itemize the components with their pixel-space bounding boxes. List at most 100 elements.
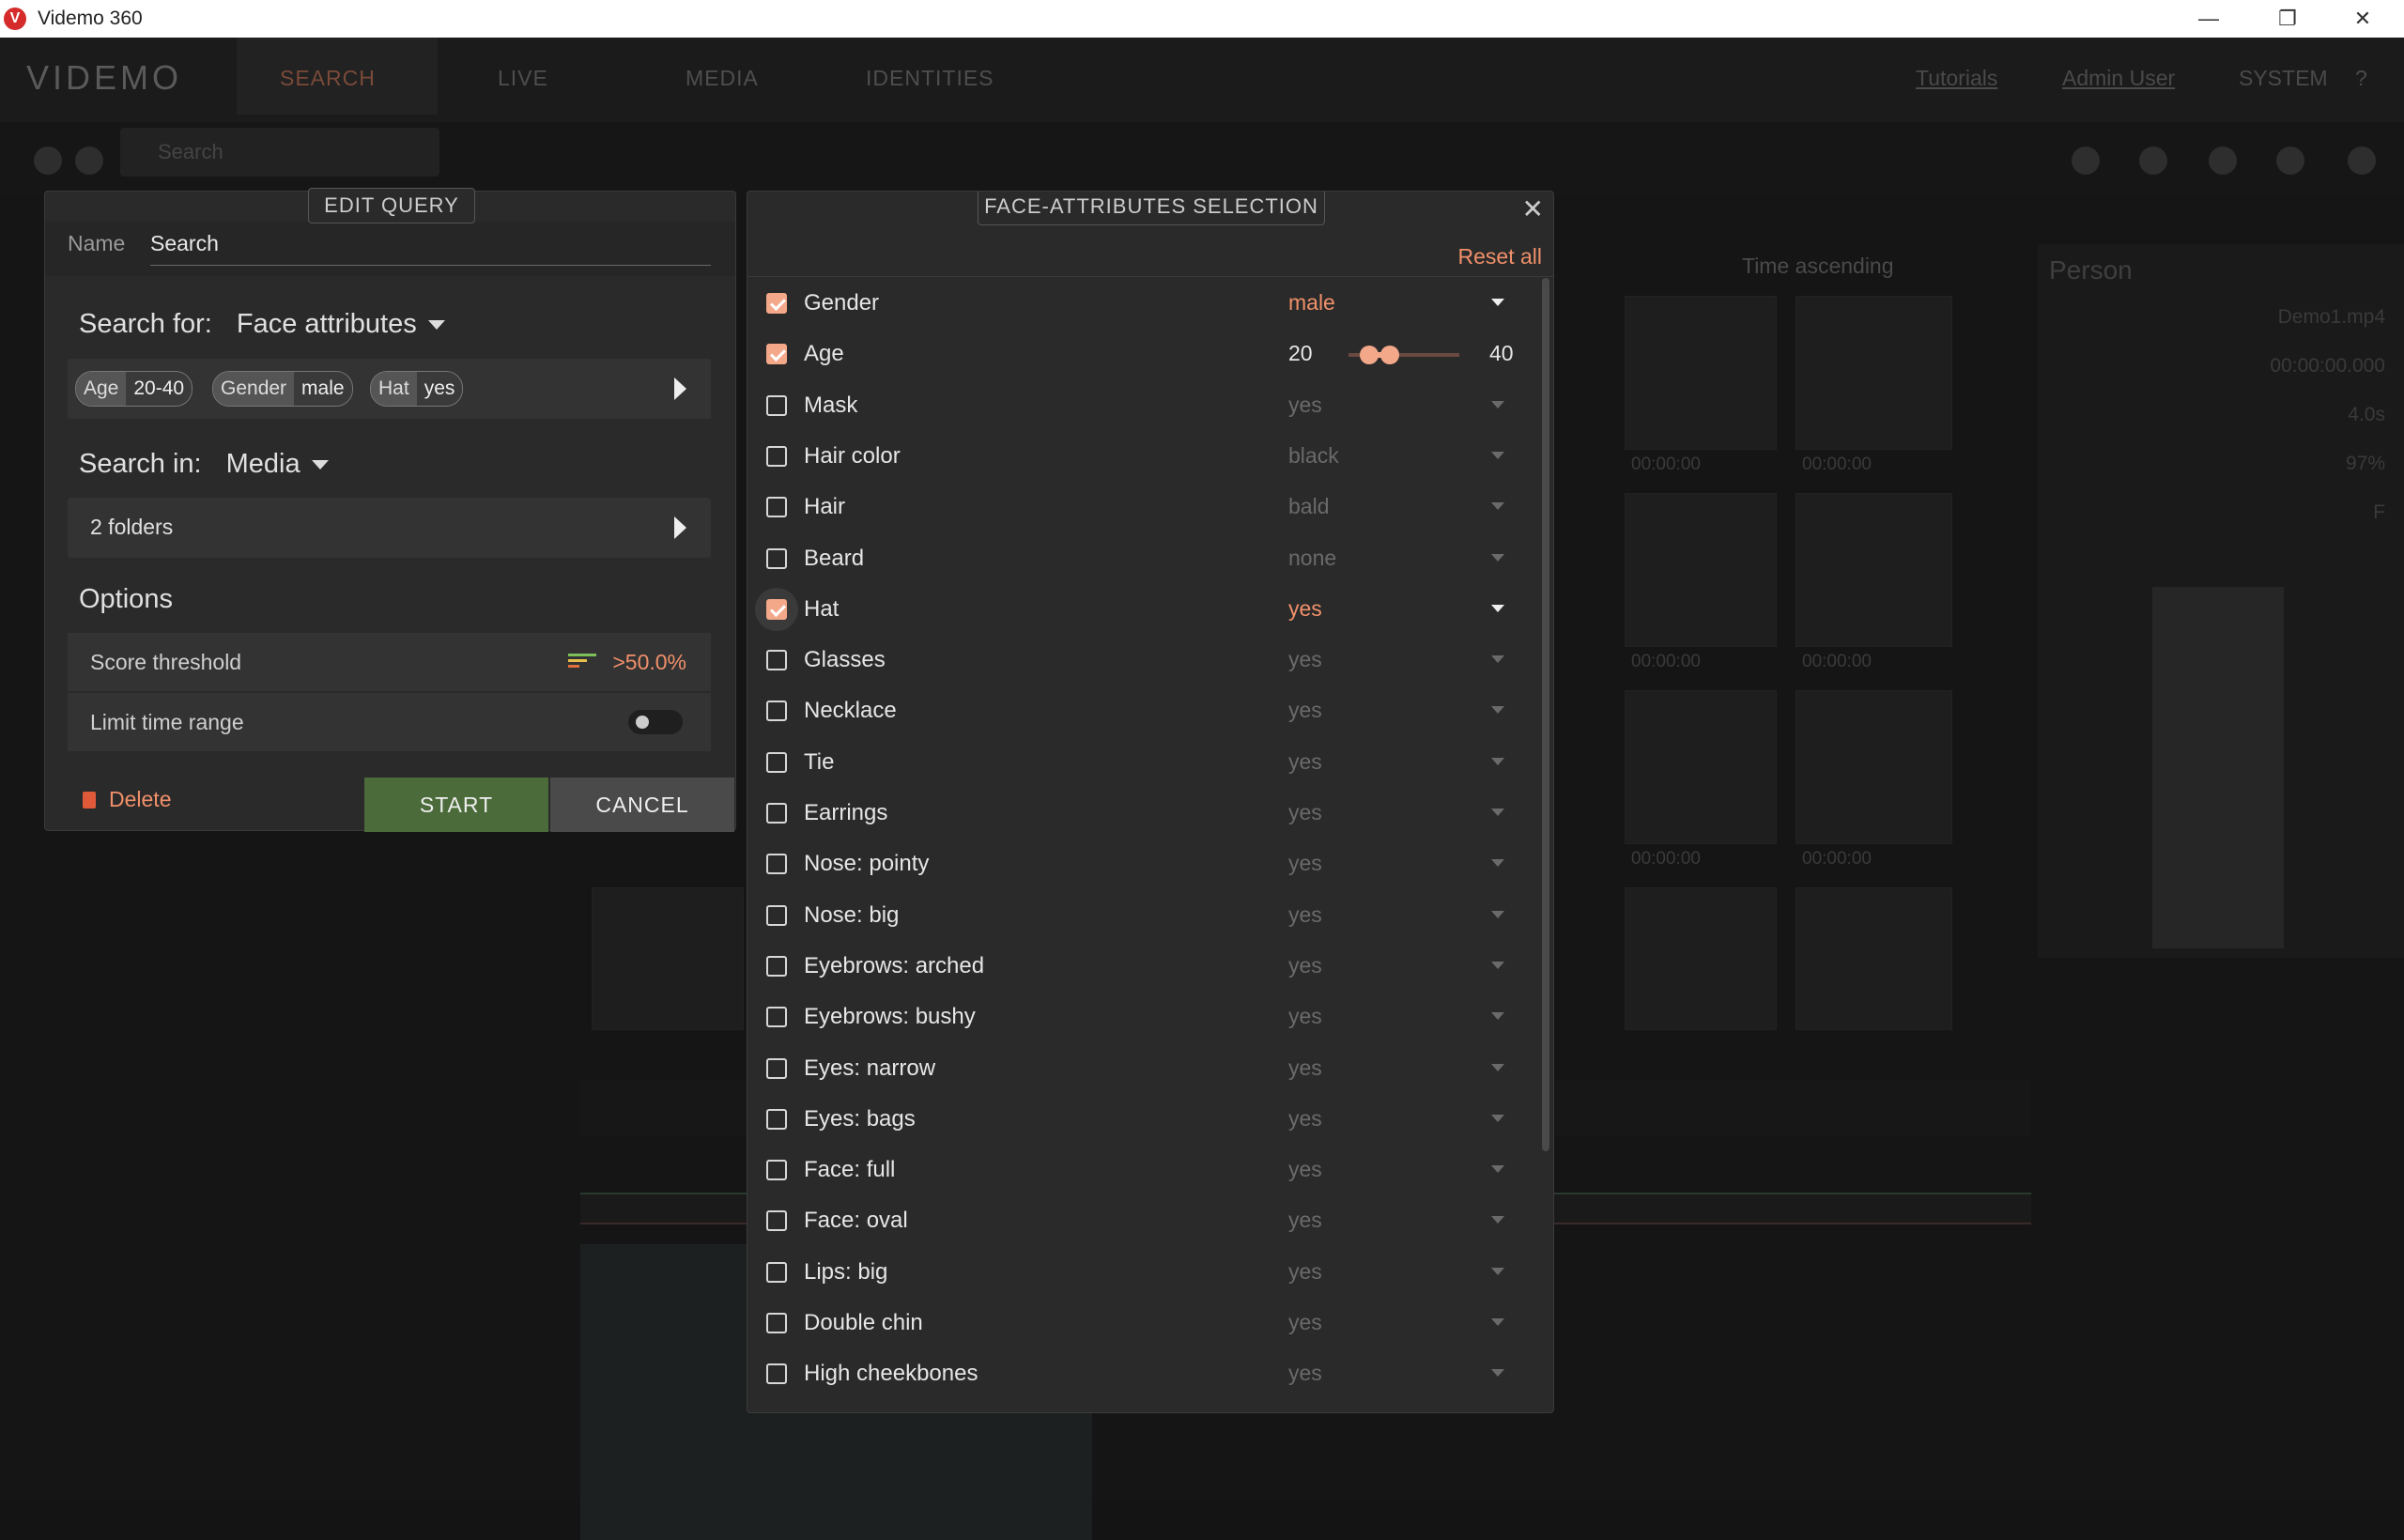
attribute-value-dropdown[interactable]: male — [1288, 290, 1335, 316]
checkbox-earrings[interactable] — [766, 803, 787, 824]
chip-gender[interactable]: Gender male — [212, 371, 353, 407]
sort-dropdown[interactable]: Time ascending — [1742, 254, 1894, 279]
checkbox-eyebrows-bushy[interactable] — [766, 1007, 787, 1027]
age-slider-min-handle[interactable] — [1360, 346, 1379, 364]
checkbox-eyes-bags[interactable] — [766, 1109, 787, 1130]
attribute-value-dropdown[interactable]: yes — [1288, 647, 1322, 672]
chevron-down-icon[interactable] — [1491, 401, 1504, 408]
chevron-down-icon[interactable] — [1491, 605, 1504, 612]
attribute-value-dropdown[interactable]: yes — [1288, 1157, 1322, 1182]
checkbox-gender[interactable] — [766, 293, 787, 314]
document-icon[interactable] — [2276, 146, 2304, 175]
result-thumbnail[interactable]: 00:00:00 — [1795, 690, 1952, 869]
location-icon[interactable] — [2139, 146, 2167, 175]
checkbox-face-oval[interactable] — [766, 1210, 787, 1231]
result-thumbnail[interactable]: 00:00:00 — [1625, 296, 1777, 474]
expand-arrow-icon[interactable] — [674, 377, 686, 400]
attribute-value-dropdown[interactable]: bald — [1288, 494, 1329, 519]
download-icon[interactable] — [2209, 146, 2237, 175]
attribute-row-age[interactable]: Age 20 40 — [747, 329, 1536, 379]
attribute-value-dropdown[interactable]: yes — [1288, 1004, 1322, 1029]
delete-button[interactable]: Delete — [83, 787, 171, 812]
result-thumbnail[interactable]: 00:00:00 — [1795, 296, 1952, 474]
attribute-value-dropdown[interactable]: yes — [1288, 1310, 1322, 1335]
attribute-value-dropdown[interactable]: yes — [1288, 393, 1322, 418]
chevron-down-icon[interactable] — [1491, 655, 1504, 663]
attribute-value-dropdown[interactable]: yes — [1288, 1106, 1322, 1132]
tab-live[interactable]: LIVE — [498, 66, 548, 91]
minimize-button[interactable]: — — [2179, 0, 2239, 38]
tab-identities[interactable]: IDENTITIES — [866, 66, 994, 91]
tab-media[interactable]: MEDIA — [686, 66, 759, 91]
checkbox-face-full[interactable] — [766, 1160, 787, 1180]
score-threshold-row[interactable]: Score threshold >50.0% — [68, 633, 711, 691]
checkbox-age[interactable] — [766, 344, 787, 364]
attribute-value-dropdown[interactable]: yes — [1288, 1259, 1322, 1285]
checkbox-nose-big[interactable] — [766, 905, 787, 926]
chevron-down-icon[interactable] — [1491, 554, 1504, 562]
expand-arrow-icon[interactable] — [674, 516, 686, 539]
chevron-down-icon[interactable] — [1491, 758, 1504, 765]
chevron-down-icon[interactable] — [1491, 808, 1504, 816]
checkbox-lips-big[interactable] — [766, 1262, 787, 1283]
attribute-row-gender[interactable]: Gender male — [747, 278, 1536, 329]
chevron-down-icon[interactable] — [1491, 859, 1504, 867]
attribute-row-mask[interactable]: Mask yes — [747, 380, 1536, 431]
chevron-down-icon[interactable] — [1491, 452, 1504, 459]
result-thumbnail[interactable]: 00:00:00 — [1625, 690, 1777, 869]
visibility-icon[interactable] — [2072, 146, 2100, 175]
attribute-row-hair-color[interactable]: Hair color black — [747, 431, 1536, 482]
checkbox-nose-pointy[interactable] — [766, 854, 787, 874]
attribute-row-nose-pointy[interactable]: Nose: pointy yes — [747, 839, 1536, 889]
attribute-value-dropdown[interactable]: yes — [1288, 800, 1322, 825]
attribute-value-dropdown[interactable]: yes — [1288, 1055, 1322, 1081]
chevron-down-icon[interactable] — [1491, 962, 1504, 969]
search-tab-input[interactable]: Search — [120, 128, 439, 177]
folders-box[interactable]: 2 folders — [68, 498, 711, 558]
close-window-button[interactable]: ✕ — [2333, 0, 2393, 38]
checkbox-beard[interactable] — [766, 548, 787, 569]
remove-icon[interactable] — [34, 146, 62, 175]
panel-toggle-icon[interactable] — [2348, 146, 2376, 175]
chevron-down-icon[interactable] — [1491, 1165, 1504, 1173]
chevron-down-icon[interactable] — [1491, 1318, 1504, 1326]
attribute-row-eyebrows-arched[interactable]: Eyebrows: arched yes — [747, 941, 1536, 992]
attribute-row-hair[interactable]: Hair bald — [747, 482, 1536, 532]
checkbox-necklace[interactable] — [766, 701, 787, 721]
attribute-row-eyes-narrow[interactable]: Eyes: narrow yes — [747, 1043, 1536, 1094]
chevron-down-icon[interactable] — [1491, 706, 1504, 714]
attribute-row-necklace[interactable]: Necklace yes — [747, 685, 1536, 736]
result-thumbnail[interactable]: 00:00:00 — [1625, 493, 1777, 671]
result-thumbnail[interactable]: 00:00:00 — [1795, 493, 1952, 671]
close-icon[interactable]: ✕ — [1522, 193, 1544, 224]
chevron-down-icon[interactable] — [1491, 1216, 1504, 1224]
search-in-dropdown[interactable]: Media — [226, 449, 329, 479]
chevron-down-icon[interactable] — [1491, 502, 1504, 510]
attribute-row-tie[interactable]: Tie yes — [747, 737, 1536, 788]
checkbox-high-cheekbones[interactable] — [766, 1363, 787, 1384]
attribute-row-beard[interactable]: Beard none — [747, 533, 1536, 584]
chevron-down-icon[interactable] — [1491, 1115, 1504, 1122]
attribute-row-lips-big[interactable]: Lips: big yes — [747, 1247, 1536, 1298]
attribute-value-dropdown[interactable]: yes — [1288, 596, 1322, 622]
attribute-value-dropdown[interactable]: yes — [1288, 902, 1322, 928]
attribute-value-dropdown[interactable]: yes — [1288, 698, 1322, 723]
checkbox-eyes-narrow[interactable] — [766, 1058, 787, 1079]
chevron-down-icon[interactable] — [1491, 1064, 1504, 1071]
attribute-row-hat[interactable]: Hat yes — [747, 584, 1536, 635]
chevron-down-icon[interactable] — [1491, 911, 1504, 918]
time-range-toggle[interactable] — [628, 710, 683, 734]
system-menu[interactable]: SYSTEM — [2239, 66, 2328, 91]
attribute-row-face-oval[interactable]: Face: oval yes — [747, 1195, 1536, 1246]
attribute-value-dropdown[interactable]: none — [1288, 546, 1336, 571]
checkbox-tie[interactable] — [766, 752, 787, 773]
name-input[interactable]: Search — [150, 231, 219, 256]
start-button[interactable]: START — [364, 778, 548, 832]
attribute-row-earrings[interactable]: Earrings yes — [747, 788, 1536, 839]
chevron-down-icon[interactable] — [1491, 1012, 1504, 1020]
result-thumbnail[interactable] — [1795, 887, 1952, 1030]
attribute-row-double-chin[interactable]: Double chin yes — [747, 1298, 1536, 1348]
reset-all-button[interactable]: Reset all — [1458, 244, 1542, 270]
checkbox-mask[interactable] — [766, 395, 787, 416]
chevron-down-icon[interactable] — [1491, 299, 1504, 306]
